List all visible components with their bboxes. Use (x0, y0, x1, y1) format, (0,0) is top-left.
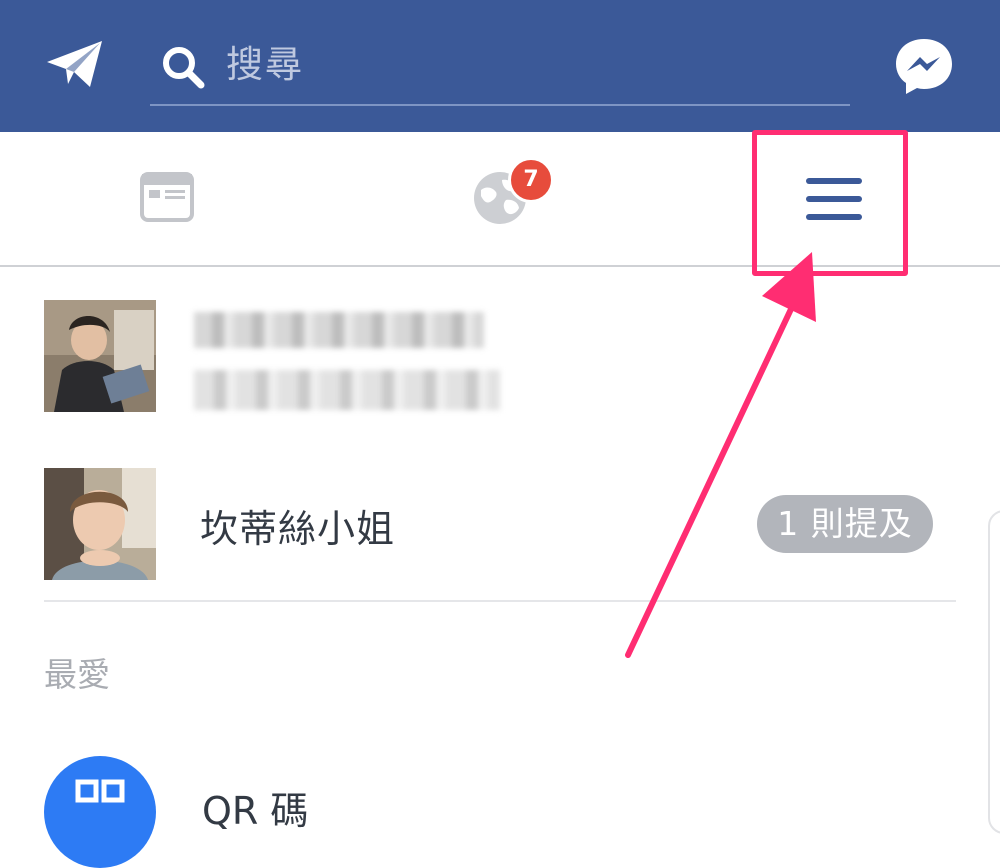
contact-avatar[interactable] (44, 468, 156, 580)
side-card-edge (988, 510, 1000, 834)
paper-plane-icon[interactable] (44, 38, 106, 90)
avatar-photo (44, 300, 156, 412)
profile-avatar[interactable] (44, 300, 156, 412)
qr-group-avatar[interactable] (44, 756, 156, 868)
favorite-item-name[interactable]: QR 碼 (202, 780, 308, 835)
favorites-label: 最愛 (44, 655, 110, 694)
contact-name[interactable]: 坎蒂絲小姐 (200, 498, 395, 553)
news-feed-icon (140, 172, 194, 222)
blurred-profile-subtitle (194, 370, 500, 410)
search-underline (150, 104, 850, 106)
mention-badge: 1 則提及 (757, 495, 933, 553)
section-divider (44, 600, 956, 602)
tab-notifications[interactable]: 7 (430, 132, 570, 265)
search-icon[interactable] (160, 44, 206, 90)
tab-news-feed[interactable] (100, 132, 233, 265)
top-bar: 搜尋 (0, 0, 1000, 132)
qr-code-icon (75, 779, 125, 803)
notification-badge: 7 (508, 157, 554, 203)
search-input[interactable]: 搜尋 (226, 38, 626, 92)
messenger-icon[interactable] (892, 36, 956, 96)
avatar-photo (44, 468, 156, 580)
blurred-profile-name (194, 312, 484, 348)
highlight-box (752, 130, 908, 276)
